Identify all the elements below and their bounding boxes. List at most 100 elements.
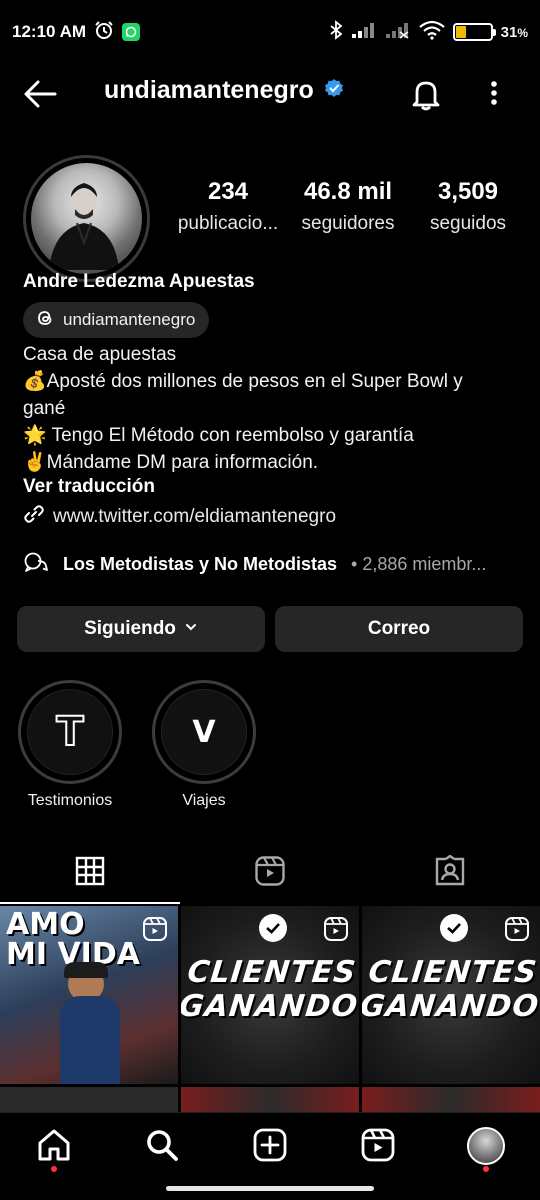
see-translation-link[interactable]: Ver traducción (23, 476, 155, 498)
link-icon (23, 503, 45, 531)
post-thumbnail[interactable] (0, 1087, 178, 1112)
system-home-indicator[interactable] (166, 1186, 374, 1191)
profile-bio: Casa de apuestas 💰Aposté dos millones de… (23, 341, 523, 476)
threads-handle: undiamantenegro (63, 310, 196, 329)
tab-tagged[interactable] (360, 842, 540, 904)
channel-separator: • (351, 554, 358, 574)
bio-line: ✌️Mándame DM para información. (23, 452, 319, 473)
followers-count: 46.8 mil (303, 178, 393, 205)
profile-stats: 234 publicacio... 46.8 mil seguidores 3,… (168, 178, 528, 235)
verified-badge-icon (324, 78, 344, 103)
post-title-text: AMO MI VIDA (6, 910, 140, 970)
highlight-cover: T (27, 689, 113, 775)
reels-icon (360, 1127, 396, 1168)
threads-icon (35, 308, 55, 333)
highlight-label: Viajes (182, 792, 226, 809)
profile-avatar-icon (467, 1127, 505, 1165)
cell-signal-off-icon (385, 21, 411, 44)
chevron-down-icon (184, 618, 198, 640)
profile-link[interactable]: www.twitter.com/eldiamantenegro (23, 503, 336, 531)
reel-badge-icon (142, 916, 168, 942)
stat-following[interactable]: 3,509 seguidos (408, 178, 528, 235)
post-thumbnail[interactable] (362, 1087, 540, 1112)
highlight-letter: V (192, 714, 216, 750)
tab-reels[interactable] (180, 842, 360, 904)
highlight-label: Testimonios (27, 792, 113, 809)
profile-notification-dot (483, 1166, 489, 1172)
channel-members-count: 2,886 miembr... (362, 554, 487, 574)
highlight-viajes[interactable]: V Viajes (150, 680, 258, 810)
nav-profile[interactable] (432, 1113, 540, 1200)
post-thumbnail[interactable]: CLIENTES GANANDO (181, 906, 359, 1084)
status-bar-left: 12:10 AM (12, 20, 141, 45)
profile-top-nav: undiamantenegro (0, 64, 540, 122)
wifi-icon (418, 20, 445, 45)
highlight-ring: V (152, 680, 256, 784)
stat-followers[interactable]: 46.8 mil seguidores (288, 178, 408, 235)
bio-line: Casa de apuestas (23, 344, 177, 365)
highlight-testimonios[interactable]: T Testimonios (16, 680, 124, 810)
posts-count: 234 (207, 178, 249, 205)
reels-icon (254, 855, 286, 892)
profile-tabs (0, 842, 540, 904)
post-person-body (60, 996, 120, 1084)
email-button[interactable]: Correo (275, 606, 523, 652)
following-button[interactable]: Siguiendo (17, 606, 265, 652)
email-button-label: Correo (367, 618, 431, 639)
battery-value: 31 (500, 23, 518, 41)
checkmark-icon (259, 914, 287, 942)
posts-label: publicacio... (177, 213, 279, 234)
more-options-icon[interactable] (480, 76, 508, 112)
tab-posts-grid[interactable] (0, 842, 180, 904)
username-header: undiamantenegro (104, 76, 344, 105)
promo-line: CLIENTES (366, 955, 539, 990)
nav-home[interactable] (0, 1113, 108, 1200)
channel-name: Los Metodistas y No Metodistas (63, 554, 338, 574)
bio-line: 🌟 Tengo El Método con reembolso y garant… (23, 425, 414, 446)
status-bar-right: 31% (329, 19, 528, 45)
promo-line: CLIENTES (185, 955, 358, 990)
post-promo-text: CLIENTES GANANDO (181, 955, 359, 1024)
stat-posts[interactable]: 234 publicacio... (168, 178, 288, 235)
post-thumbnail[interactable] (181, 1087, 359, 1112)
grid-icon (75, 856, 105, 891)
following-count: 3,509 (437, 178, 499, 205)
battery-text: 31% (501, 24, 528, 41)
search-icon (144, 1127, 180, 1168)
followers-label: seguidores (301, 213, 395, 234)
alarm-icon (94, 20, 114, 45)
battery-percent-sign: % (517, 25, 528, 40)
tagged-icon (434, 854, 466, 892)
reel-badge-icon (323, 916, 349, 942)
threads-badge[interactable]: undiamantenegro (23, 302, 210, 338)
following-label: seguidos (429, 213, 507, 234)
post-person-cap (64, 962, 108, 978)
promo-line: GANANDO (362, 989, 540, 1024)
post-promo-text: CLIENTES GANANDO (362, 955, 540, 1024)
bio-line: 💰Aposté dos millones de pesos en el Supe… (23, 371, 463, 392)
post-thumbnail[interactable]: CLIENTES GANANDO (362, 906, 540, 1084)
post-thumbnail[interactable]: AMO MI VIDA (0, 906, 178, 1084)
cell-signal-icon (351, 21, 377, 44)
highlight-ring: T (18, 680, 122, 784)
profile-avatar[interactable] (23, 155, 150, 282)
bio-line: gané (23, 398, 66, 419)
home-icon (36, 1127, 72, 1168)
following-button-label: Siguiendo (84, 618, 176, 639)
display-name: Andre Ledezma Apuestas (23, 271, 255, 292)
home-notification-dot (51, 1166, 57, 1172)
channel-icon (23, 551, 49, 578)
whatsapp-icon (122, 23, 141, 41)
post-title-line: AMO (6, 907, 85, 942)
checkmark-icon (440, 914, 468, 942)
highlight-letter: T (55, 708, 84, 756)
broadcast-channel-row[interactable]: Los Metodistas y No Metodistas • 2,886 m… (23, 551, 523, 578)
highlight-cover: V (161, 689, 247, 775)
profile-photo (31, 163, 142, 274)
notification-bell-icon[interactable] (408, 76, 444, 112)
posts-grid: AMO MI VIDA CLIENTES GANANDO CLIENTES GA… (0, 906, 540, 1112)
bluetooth-icon (329, 19, 343, 45)
link-text: www.twitter.com/eldiamantenegro (53, 506, 337, 527)
back-arrow-icon[interactable] (22, 76, 58, 112)
status-time: 12:10 AM (12, 22, 87, 41)
